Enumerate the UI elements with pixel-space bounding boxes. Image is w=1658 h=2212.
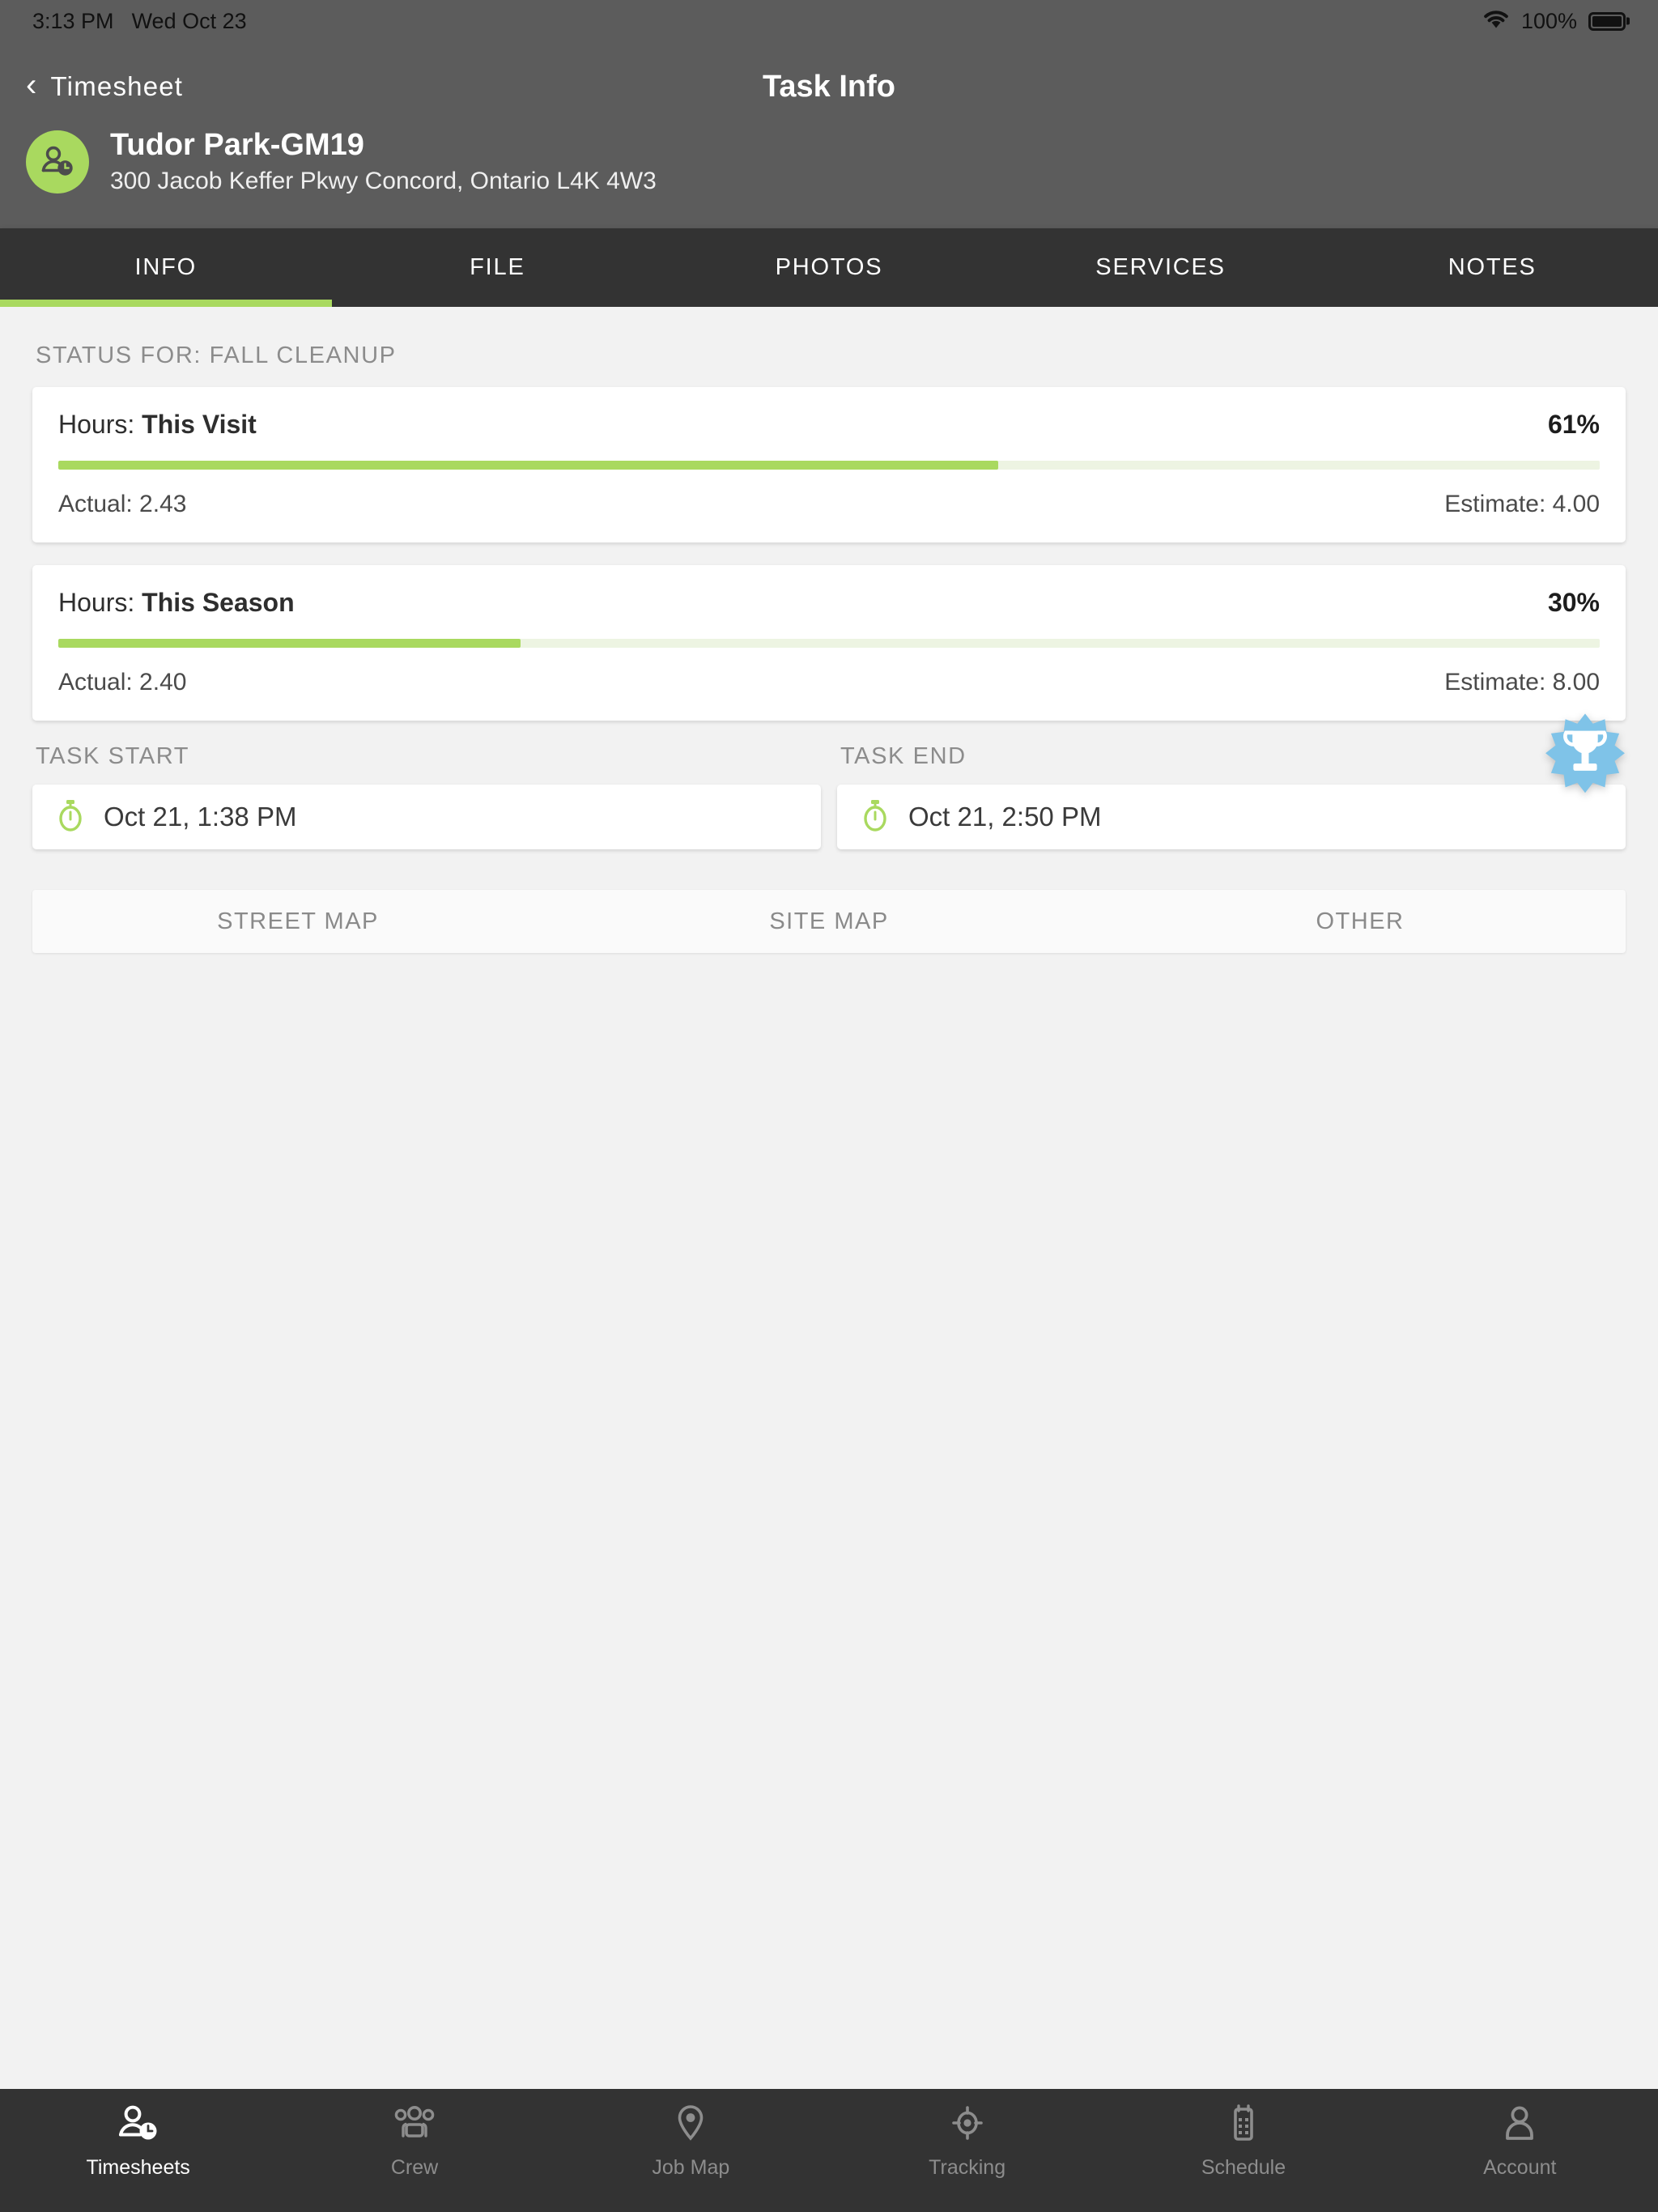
- bottom-nav-job-map[interactable]: Job Map: [553, 2104, 829, 2180]
- map-pin-icon: [668, 2104, 713, 2148]
- tab-services[interactable]: SERVICES: [995, 228, 1327, 307]
- task-end-field[interactable]: Oct 21, 2:50 PM: [837, 785, 1626, 849]
- maptab-other[interactable]: OTHER: [1095, 890, 1626, 953]
- hours-scope-label: This Visit: [142, 410, 257, 439]
- nav-header: ‹ Timesheet Task Info Tudor Park-GM19 30…: [0, 42, 1658, 228]
- hours-card-this-visit: Hours: This Visit 61% Actual: 2.43 Estim…: [32, 387, 1626, 542]
- status-bar: 3:13 PM Wed Oct 23 100%: [0, 0, 1658, 42]
- tab-notes-label: NOTES: [1448, 254, 1537, 280]
- bottom-nav-account[interactable]: Account: [1382, 2104, 1658, 2180]
- bottom-nav-schedule-label: Schedule: [1201, 2156, 1286, 2179]
- tab-services-label: SERVICES: [1095, 254, 1226, 280]
- person-clock-icon: [116, 2104, 161, 2148]
- maptab-other-label: OTHER: [1316, 908, 1405, 934]
- hours-card-title: Hours: This Season: [58, 588, 295, 618]
- tab-info[interactable]: INFO: [0, 228, 332, 307]
- chevron-left-icon: ‹: [26, 67, 38, 103]
- bottom-nav-job-map-label: Job Map: [652, 2156, 730, 2179]
- app-screen: 3:13 PM Wed Oct 23 100% ‹ Timesheet Task…: [0, 0, 1658, 2212]
- bottom-nav-timesheets[interactable]: Timesheets: [0, 2104, 276, 2180]
- people-group-icon: [392, 2104, 437, 2148]
- hours-card-header: Hours: This Season 30%: [58, 588, 1600, 618]
- person-icon: [1497, 2104, 1542, 2148]
- status-bar-time: 3:13 PM: [32, 8, 114, 33]
- tab-file[interactable]: FILE: [332, 228, 664, 307]
- bottom-nav-tracking[interactable]: Tracking: [829, 2104, 1105, 2180]
- hours-percent-label: 61%: [1547, 410, 1600, 439]
- hours-percent-label: 30%: [1547, 588, 1600, 617]
- wifi-icon: [1482, 8, 1510, 35]
- task-end-col: TASK END Oct 21, 2:50 PM: [837, 743, 1626, 849]
- task-start-col: TASK START Oct 21, 1:38 PM: [32, 743, 821, 849]
- task-start-field[interactable]: Oct 21, 1:38 PM: [32, 785, 821, 849]
- info-panel: STATUS FOR: FALL CLEANUP Hours: This Vis…: [0, 307, 1658, 2089]
- hours-card-this-season: Hours: This Season 30% Actual: 2.40 Esti…: [32, 565, 1626, 721]
- tab-notes[interactable]: NOTES: [1326, 228, 1658, 307]
- hours-card-footer: Actual: 2.43 Estimate: 4.00: [58, 491, 1600, 518]
- maptab-street-map[interactable]: STREET MAP: [32, 890, 563, 953]
- task-start-value: Oct 21, 1:38 PM: [104, 802, 297, 832]
- page-title: Task Info: [763, 69, 895, 104]
- bottom-nav-account-label: Account: [1483, 2156, 1557, 2179]
- back-button[interactable]: ‹ Timesheet: [26, 67, 184, 103]
- stopwatch-icon: [860, 798, 891, 836]
- crosshair-icon: [945, 2104, 990, 2148]
- status-bar-left: 3:13 PM Wed Oct 23: [32, 9, 247, 34]
- bottom-nav-tracking-label: Tracking: [929, 2156, 1006, 2179]
- hours-estimate-label: Estimate: 8.00: [1444, 669, 1600, 696]
- tab-file-label: FILE: [470, 254, 525, 280]
- calendar-icon: [1221, 2104, 1266, 2148]
- section-tabbar: INFO FILE PHOTOS SERVICES NOTES: [0, 228, 1658, 307]
- battery-percent-label: 100%: [1520, 8, 1577, 33]
- hours-card-title: Hours: This Visit: [58, 410, 257, 440]
- hours-progress-fill: [58, 639, 521, 648]
- task-start-label: TASK START: [36, 743, 190, 769]
- hours-scope-label: This Season: [142, 588, 295, 617]
- nav-header-row: ‹ Timesheet Task Info: [0, 42, 1658, 131]
- hours-prefix-label: Hours:: [58, 410, 135, 439]
- hours-card-footer: Actual: 2.40 Estimate: 8.00: [58, 669, 1600, 696]
- task-end-value: Oct 21, 2:50 PM: [908, 802, 1102, 832]
- site-name: Tudor Park-GM19: [110, 128, 364, 162]
- hours-prefix-label: Hours:: [58, 588, 135, 617]
- task-end-label: TASK END: [840, 743, 967, 769]
- hours-actual-label: Actual: 2.43: [58, 491, 187, 517]
- hours-actual-label: Actual: 2.40: [58, 669, 187, 696]
- back-button-label: Timesheet: [50, 71, 184, 101]
- tab-info-label: INFO: [134, 254, 198, 280]
- hours-progress-fill: [58, 461, 999, 470]
- maptab-site-map[interactable]: SITE MAP: [563, 890, 1095, 953]
- maptab-street-map-label: STREET MAP: [217, 908, 379, 934]
- bottom-nav-schedule[interactable]: Schedule: [1105, 2104, 1381, 2180]
- status-section-label: STATUS FOR: FALL CLEANUP: [36, 342, 397, 368]
- site-address: 300 Jacob Keffer Pkwy Concord, Ontario L…: [110, 168, 657, 194]
- trophy-badge-icon[interactable]: [1540, 711, 1630, 802]
- status-bar-right: 100%: [1482, 8, 1626, 35]
- stopwatch-icon: [55, 798, 86, 836]
- bottom-navbar: Timesheets Crew Job Map Tracking Schedul…: [0, 2089, 1658, 2212]
- site-text: Tudor Park-GM19 300 Jacob Keffer Pkwy Co…: [110, 128, 657, 195]
- hours-estimate-label: Estimate: 4.00: [1444, 491, 1600, 517]
- site-header[interactable]: Tudor Park-GM19 300 Jacob Keffer Pkwy Co…: [0, 128, 1658, 195]
- bottom-nav-timesheets-label: Timesheets: [86, 2156, 190, 2179]
- tab-photos-label: PHOTOS: [775, 254, 883, 280]
- maptab-site-map-label: SITE MAP: [769, 908, 889, 934]
- map-tabbar: STREET MAP SITE MAP OTHER: [32, 890, 1626, 953]
- bottom-nav-crew-label: Crew: [390, 2156, 439, 2179]
- person-clock-icon: [41, 146, 73, 176]
- bottom-nav-crew[interactable]: Crew: [276, 2104, 552, 2180]
- battery-full-icon: [1588, 11, 1626, 31]
- avatar: [26, 130, 89, 194]
- hours-progress-track: [58, 461, 1600, 470]
- tab-photos[interactable]: PHOTOS: [663, 228, 995, 307]
- hours-progress-track: [58, 639, 1600, 648]
- hours-card-header: Hours: This Visit 61%: [58, 410, 1600, 440]
- status-bar-date: Wed Oct 23: [131, 8, 247, 33]
- task-times-section: TASK START Oct 21, 1:38 PM TASK END Oct …: [32, 713, 1626, 849]
